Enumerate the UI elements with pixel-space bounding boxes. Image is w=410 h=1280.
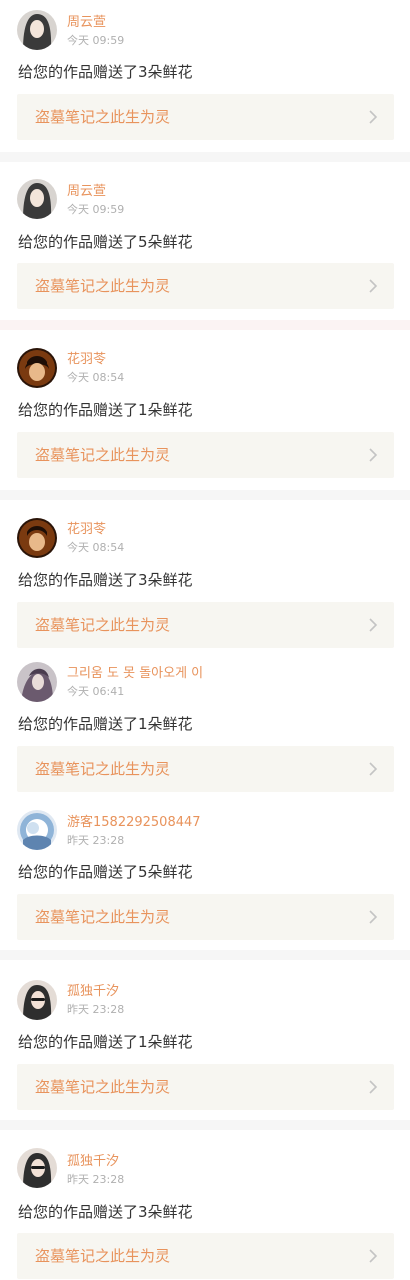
user-avatar-icon[interactable] xyxy=(17,348,57,388)
separator xyxy=(0,1120,410,1130)
timestamp: 今天 08:54 xyxy=(67,371,125,384)
work-title: 盗墓笔记之此生为灵 xyxy=(35,1247,171,1265)
work-link[interactable]: 盗墓笔记之此生为灵 xyxy=(17,94,394,140)
user-name[interactable]: 周云萱 xyxy=(67,184,106,200)
work-link[interactable]: 盗墓笔记之此生为灵 xyxy=(17,1064,394,1110)
timestamp: 昨天 23:28 xyxy=(67,1173,125,1186)
work-title: 盗墓笔记之此生为灵 xyxy=(35,908,171,926)
user-avatar-icon[interactable] xyxy=(17,10,57,50)
work-title: 盗墓笔记之此生为灵 xyxy=(35,108,171,126)
user-name[interactable]: 周云萱 xyxy=(67,15,106,31)
gift-message: 给您的作品赠送了5朵鲜花 xyxy=(18,863,193,881)
gift-message: 给您的作品赠送了1朵鲜花 xyxy=(18,1033,193,1051)
notification-card: 花羽苓 今天 08:54 给您的作品赠送了3朵鲜花 盗墓笔记之此生为灵 xyxy=(0,500,410,650)
gift-message: 给您的作品赠送了1朵鲜花 xyxy=(18,715,193,733)
work-title: 盗墓笔记之此生为灵 xyxy=(35,277,171,295)
work-title: 盗墓笔记之此生为灵 xyxy=(35,446,171,464)
user-avatar-icon[interactable] xyxy=(17,980,57,1020)
gift-message: 给您的作品赠送了3朵鲜花 xyxy=(18,571,193,589)
user-name[interactable]: 游客1582292508447 xyxy=(67,815,201,831)
work-link[interactable]: 盗墓笔记之此生为灵 xyxy=(17,746,394,792)
work-title: 盗墓笔记之此生为灵 xyxy=(35,616,171,634)
separator xyxy=(0,152,410,162)
user-name[interactable]: 孤独千汐 xyxy=(67,1154,119,1170)
chevron-right-icon xyxy=(369,1080,378,1094)
gift-message: 给您的作品赠送了1朵鲜花 xyxy=(18,401,193,419)
notification-card: 花羽苓 今天 08:54 给您的作品赠送了1朵鲜花 盗墓笔记之此生为灵 xyxy=(0,330,410,490)
notification-card: 游客1582292508447 昨天 23:28 给您的作品赠送了5朵鲜花 盗墓… xyxy=(0,798,410,950)
separator xyxy=(0,490,410,500)
user-avatar-icon[interactable] xyxy=(17,810,57,850)
user-name[interactable]: 孤独千汐 xyxy=(67,984,119,1000)
user-avatar-icon[interactable] xyxy=(17,518,57,558)
chevron-right-icon xyxy=(369,762,378,776)
gift-message: 给您的作品赠送了3朵鲜花 xyxy=(18,1203,193,1221)
user-avatar-icon[interactable] xyxy=(17,662,57,702)
work-link[interactable]: 盗墓笔记之此生为灵 xyxy=(17,263,394,309)
separator xyxy=(0,320,410,330)
gift-message: 给您的作品赠送了3朵鲜花 xyxy=(18,63,193,81)
chevron-right-icon xyxy=(369,279,378,293)
user-name[interactable]: 그리움 도 못 돌아오게 이 xyxy=(67,666,203,682)
notification-card: 孤独千汐 昨天 23:28 给您的作品赠送了3朵鲜花 盗墓笔记之此生为灵 xyxy=(0,1130,410,1280)
timestamp: 昨天 23:28 xyxy=(67,834,125,847)
notification-card: 孤独千汐 昨天 23:28 给您的作品赠送了1朵鲜花 盗墓笔记之此生为灵 xyxy=(0,960,410,1120)
user-name[interactable]: 花羽苓 xyxy=(67,352,106,368)
work-link[interactable]: 盗墓笔记之此生为灵 xyxy=(17,1233,394,1279)
work-title: 盗墓笔记之此生为灵 xyxy=(35,760,171,778)
user-avatar-icon[interactable] xyxy=(17,179,57,219)
work-title: 盗墓笔记之此生为灵 xyxy=(35,1078,171,1096)
separator xyxy=(0,950,410,960)
gift-message: 给您的作品赠送了5朵鲜花 xyxy=(18,233,193,251)
chevron-right-icon xyxy=(369,910,378,924)
chevron-right-icon xyxy=(369,110,378,124)
timestamp: 今天 06:41 xyxy=(67,685,125,698)
notification-card: 周云萱 今天 09:59 给您的作品赠送了5朵鲜花 盗墓笔记之此生为灵 xyxy=(0,162,410,320)
chevron-right-icon xyxy=(369,1249,378,1263)
timestamp: 今天 08:54 xyxy=(67,541,125,554)
timestamp: 今天 09:59 xyxy=(67,203,125,216)
timestamp: 今天 09:59 xyxy=(67,34,125,47)
notification-card: 그리움 도 못 돌아오게 이 今天 06:41 给您的作品赠送了1朵鲜花 盗墓笔… xyxy=(0,650,410,798)
chevron-right-icon xyxy=(369,618,378,632)
timestamp: 昨天 23:28 xyxy=(67,1003,125,1016)
chevron-right-icon xyxy=(369,448,378,462)
user-avatar-icon[interactable] xyxy=(17,1148,57,1188)
work-link[interactable]: 盗墓笔记之此生为灵 xyxy=(17,602,394,648)
user-name[interactable]: 花羽苓 xyxy=(67,522,106,538)
work-link[interactable]: 盗墓笔记之此生为灵 xyxy=(17,432,394,478)
work-link[interactable]: 盗墓笔记之此生为灵 xyxy=(17,894,394,940)
notification-card: 周云萱 今天 09:59 给您的作品赠送了3朵鲜花 盗墓笔记之此生为灵 xyxy=(0,0,410,152)
